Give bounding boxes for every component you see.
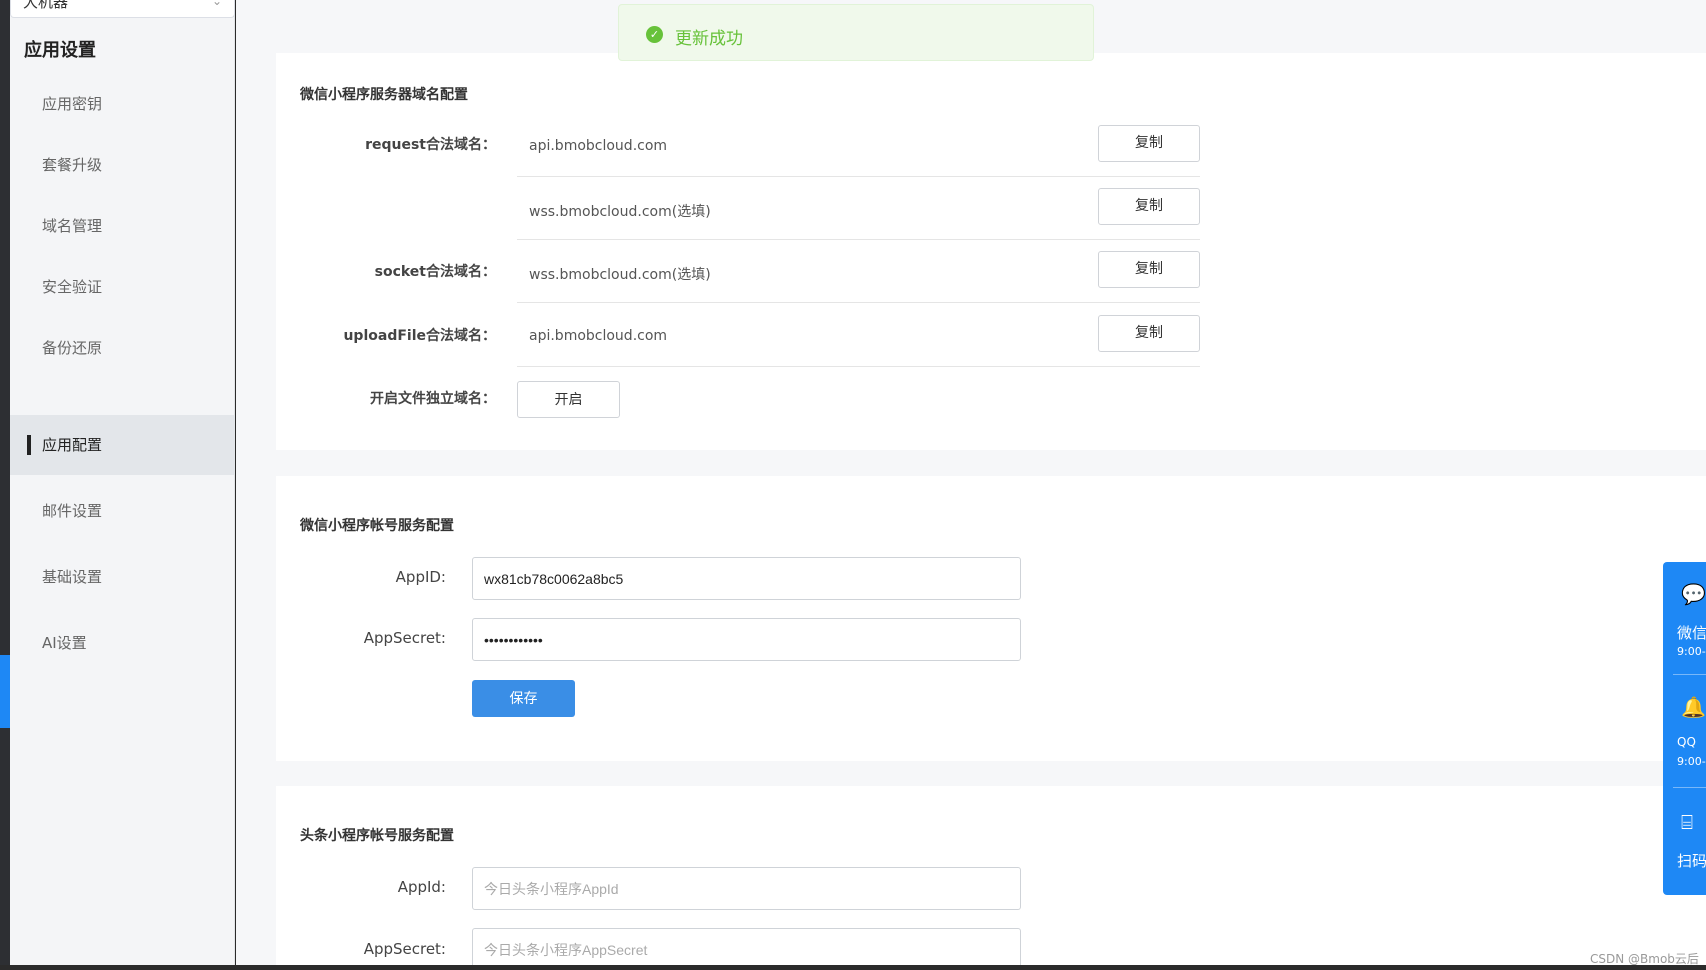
contact-scan[interactable]: ⌸ 扫码 [1663,788,1706,895]
sidebar: 大机器 ⌄ 应用设置 应用密钥 套餐升级 域名管理 安全验证 备份还原 应用配置… [10,0,235,965]
wechat-domain-panel: 微信小程序服务器域名配置 request合法域名： api.bmobcloud.… [276,53,1706,450]
copy-button[interactable]: 复制 [1098,188,1200,225]
check-circle-icon: ✓ [646,26,663,43]
sidebar-item-email[interactable]: 邮件设置 [10,481,235,541]
toast-message: 更新成功 [675,29,743,49]
toutiao-appsecret-input[interactable] [472,928,1021,970]
request-domain-label: request合法域名： [365,137,496,153]
appid-label: AppId: [397,878,446,896]
sidebar-item-plan-upgrade[interactable]: 套餐升级 [10,135,235,195]
scan-icon: ⌸ [1681,810,1693,834]
contact-wechat[interactable]: 💬 微信 9:00- [1663,562,1706,674]
appsecret-label: AppSecret: [363,629,446,647]
success-toast: ✓ 更新成功 [618,4,1094,61]
sidebar-item-app-config[interactable]: 应用配置 [10,415,235,475]
sidebar-title: 应用设置 [24,40,96,61]
toutiao-account-panel: 头条小程序帐号服务配置 AppId: AppSecret: [276,786,1706,970]
copy-button[interactable]: 复制 [1098,125,1200,162]
main-content: 微信小程序服务器域名配置 request合法域名： api.bmobcloud.… [236,0,1706,970]
sidebar-item-app-keys[interactable]: 应用密钥 [10,74,235,134]
domain-value: wss.bmobcloud.com(选填) [529,267,711,283]
app-select-value: 大机器 [23,0,69,11]
domain-row: wss.bmobcloud.com(选填) 复制 [517,178,1200,240]
contact-hours: 9:00- [1677,645,1706,658]
independent-domain-label: 开启文件独立域名： [370,391,496,407]
section-title: 微信小程序服务器域名配置 [300,87,468,103]
domain-row: api.bmobcloud.com 复制 [517,115,1200,177]
domain-value: api.bmobcloud.com [529,138,668,154]
domain-value: wss.bmobcloud.com(选填) [529,204,711,220]
contact-qq[interactable]: 🔔 QQ 9:00- [1663,675,1706,787]
sidebar-item-domain[interactable]: 域名管理 [10,196,235,256]
section-title: 头条小程序帐号服务配置 [300,828,454,844]
contact-label: 微信 [1677,624,1706,642]
left-dark-strip [0,0,10,965]
section-title: 微信小程序帐号服务配置 [300,518,454,534]
socket-domain-label: socket合法域名： [374,264,496,280]
sidebar-item-basic[interactable]: 基础设置 [10,547,235,607]
left-blue-marker [0,655,10,728]
contact-label: QQ [1677,735,1696,749]
domain-row: api.bmobcloud.com 复制 [517,305,1200,367]
contact-hours: 9:00- [1677,755,1706,768]
contact-label: 扫码 [1677,852,1706,870]
copy-button[interactable]: 复制 [1098,315,1200,352]
upload-domain-label: uploadFile合法域名： [343,328,496,344]
domain-value: api.bmobcloud.com [529,328,668,344]
domain-row: wss.bmobcloud.com(选填) 复制 [517,241,1200,303]
appsecret-input[interactable] [472,618,1021,661]
app-select[interactable]: 大机器 ⌄ [10,0,235,18]
save-button[interactable]: 保存 [472,680,575,717]
floating-contact-widget[interactable]: 💬 微信 9:00- 🔔 QQ 9:00- ⌸ 扫码 [1663,562,1706,895]
sidebar-item-backup[interactable]: 备份还原 [10,318,235,378]
sidebar-item-security[interactable]: 安全验证 [10,257,235,317]
bottom-bar [0,965,1706,970]
chevron-down-icon: ⌄ [211,0,222,8]
enable-button[interactable]: 开启 [517,381,620,418]
appsecret-label: AppSecret: [363,940,446,958]
wechat-icon: 💬 [1681,582,1706,606]
copy-button[interactable]: 复制 [1098,251,1200,288]
wechat-account-panel: 微信小程序帐号服务配置 AppID: AppSecret: 保存 [276,476,1706,761]
sidebar-item-ai[interactable]: AI设置 [10,613,235,673]
qq-icon: 🔔 [1681,695,1706,719]
appid-label: AppID: [395,568,446,586]
appid-input[interactable] [472,557,1021,600]
toutiao-appid-input[interactable] [472,867,1021,910]
